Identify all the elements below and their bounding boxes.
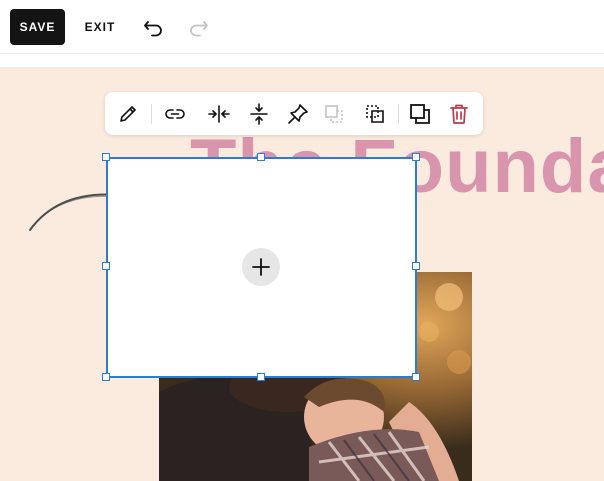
send-backward-icon[interactable] <box>362 101 388 127</box>
plus-icon[interactable] <box>242 248 280 286</box>
pencil-icon[interactable] <box>115 101 141 127</box>
toolbar-divider <box>151 104 152 124</box>
resize-handle-top-center[interactable] <box>257 153 265 161</box>
duplicate-icon[interactable] <box>407 101 433 127</box>
link-icon[interactable] <box>162 101 188 127</box>
resize-handle-bottom-center[interactable] <box>257 373 265 381</box>
trash-icon[interactable] <box>446 101 472 127</box>
resize-handle-middle-left[interactable] <box>102 262 110 270</box>
shrink-horizontal-icon[interactable] <box>206 101 232 127</box>
redo-icon[interactable] <box>184 13 212 41</box>
undo-icon[interactable] <box>140 13 168 41</box>
resize-handle-top-right[interactable] <box>412 153 420 161</box>
pin-icon[interactable] <box>285 101 311 127</box>
resize-handle-bottom-left[interactable] <box>102 373 110 381</box>
save-button[interactable]: SAVE <box>10 9 65 45</box>
resize-handle-top-left[interactable] <box>102 153 110 161</box>
resize-handle-bottom-right[interactable] <box>412 373 420 381</box>
resize-handle-middle-right[interactable] <box>412 262 420 270</box>
shrink-vertical-icon[interactable] <box>246 101 272 127</box>
toolbar-divider <box>398 104 399 124</box>
page-canvas: The Founda <box>0 67 604 481</box>
exit-button[interactable]: EXIT <box>80 9 120 45</box>
editor-top-bar: SAVE EXIT <box>0 0 604 54</box>
block-toolbar <box>105 92 483 135</box>
bring-forward-icon[interactable] <box>321 101 347 127</box>
